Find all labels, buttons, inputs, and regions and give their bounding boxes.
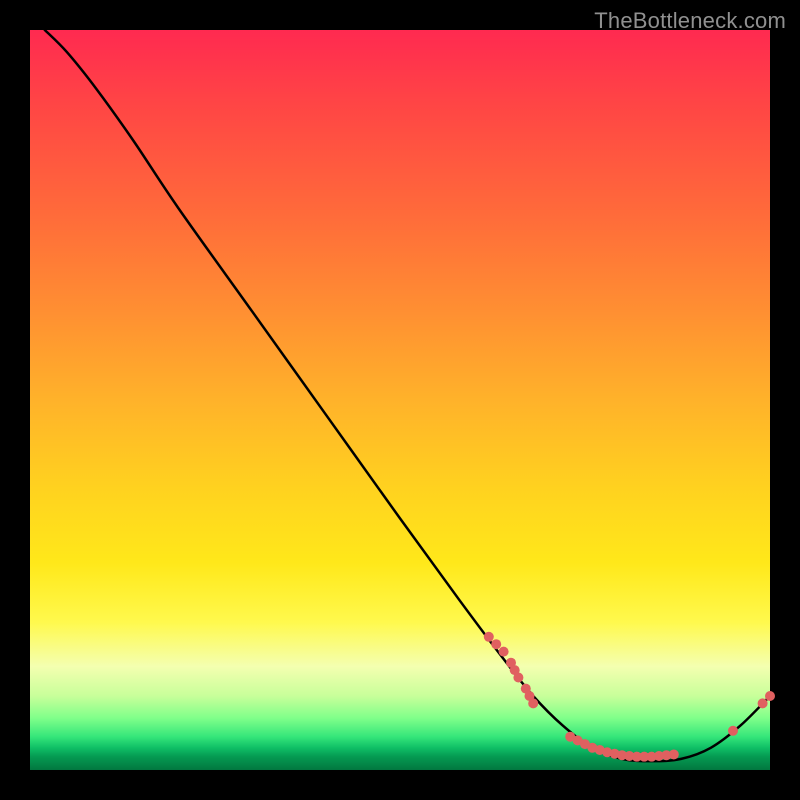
chart-stage: TheBottleneck.com	[0, 0, 800, 800]
curve-marker	[528, 698, 538, 708]
curve-marker	[513, 673, 523, 683]
bottleneck-curve	[45, 30, 770, 761]
curve-marker	[499, 647, 509, 657]
chart-svg	[30, 30, 770, 770]
curve-marker	[669, 749, 679, 759]
curve-marker	[758, 698, 768, 708]
curve-marker	[484, 632, 494, 642]
curve-marker	[765, 691, 775, 701]
curve-marker	[728, 726, 738, 736]
plot-area	[30, 30, 770, 770]
curve-markers	[484, 632, 775, 762]
curve-marker	[491, 639, 501, 649]
